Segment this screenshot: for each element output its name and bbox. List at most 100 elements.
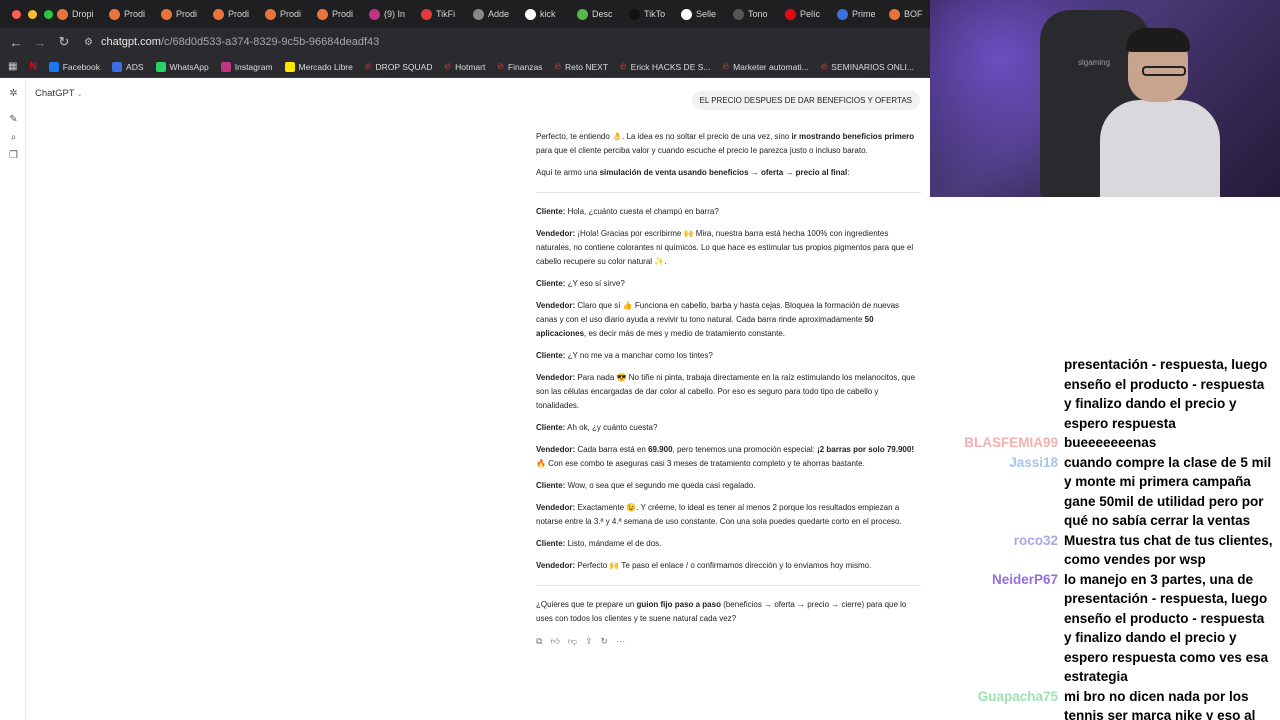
browser-tab[interactable]: Pelíc (781, 0, 833, 28)
dialogue-list: Cliente: Hola, ¿cuánto cuesta el champú … (536, 205, 921, 573)
browser-tab[interactable]: TikTo (625, 0, 677, 28)
chat-username[interactable]: BLASFEMIA99 (930, 433, 1064, 453)
dialogue-line: Vendedor: Cada barra está en 69.900, per… (536, 443, 921, 471)
tab-favicon-icon (421, 8, 432, 20)
site-settings-icon[interactable]: ⚙ (84, 37, 93, 48)
openai-logo-icon[interactable]: ✲ (8, 88, 19, 99)
screen: Dropi Prodi Prodi Prodi Prodi Prodi (9) In TikF… (0, 0, 1280, 720)
bookmark-item[interactable]: 🔥︎ DROP SQUAD (359, 61, 439, 72)
reload-icon[interactable]: ↻ (52, 30, 76, 54)
browser-tab[interactable]: Selle (677, 0, 729, 28)
bookmark-item[interactable]: 🔥︎ Hotmart (438, 61, 491, 72)
tab-favicon-icon (109, 8, 120, 20)
browser-tab[interactable]: Tono (729, 0, 781, 28)
flame-icon: 🔥︎ (364, 61, 372, 71)
bookmark-favicon-icon (48, 61, 59, 72)
tab-favicon-icon (577, 8, 588, 20)
thumbs-up-icon[interactable]: 👍︎ (550, 634, 559, 648)
intro-text: Perfecto, te entiendo 👌. La idea es no s… (536, 132, 792, 141)
browser-tab[interactable]: (9) In (365, 0, 417, 28)
tab-favicon-icon (57, 8, 68, 20)
bookmark-item[interactable]: Facebook (43, 61, 106, 72)
browser-tab[interactable]: Prodi (105, 0, 157, 28)
close-window-icon[interactable] (12, 9, 21, 19)
tab-label: TikTo (644, 9, 666, 19)
streamer-glasses (1142, 66, 1186, 76)
url-host: chatgpt.com (100, 36, 161, 48)
browser-tab[interactable]: kick (521, 0, 573, 28)
back-icon[interactable]: ← (4, 30, 28, 54)
search-icon[interactable]: ⌕ (8, 132, 19, 143)
speaker-label: Cliente: (536, 207, 566, 216)
browser-tab[interactable]: Desc (573, 0, 625, 28)
tab-favicon-icon (681, 8, 692, 20)
netflix-bookmark-icon[interactable]: N (23, 61, 42, 72)
line-text: Cada barra está en (575, 445, 649, 454)
tab-favicon-icon (733, 8, 744, 20)
browser-tab[interactable]: Prodi (313, 0, 365, 28)
new-chat-icon[interactable]: ✎ (8, 114, 19, 125)
tab-label: Dropi (72, 9, 94, 19)
bookmark-item[interactable]: ADS (106, 61, 149, 72)
speaker-label: Vendedor: (536, 445, 576, 454)
dialogue-line: Cliente: ¿Y eso sí sirve? (536, 277, 921, 291)
dialogue-line: Cliente: Ah ok, ¿y cuánto cuesta? (536, 421, 921, 435)
line-text: Para nada 😎 No tiñe ni pinta, trabaja di… (536, 373, 916, 410)
bookmark-item[interactable]: Instagram (215, 61, 279, 72)
minimize-window-icon[interactable] (28, 9, 37, 19)
url-field[interactable]: ⚙ chatgpt.com/c/68d0d533-a374-8329-9c5b-… (84, 31, 379, 53)
browser-tab[interactable]: Prodi (157, 0, 209, 28)
chat-message: BLASFEMIA99 bueeeeeeenas (930, 433, 1280, 453)
library-icon[interactable]: ❐ (8, 150, 19, 161)
more-icon[interactable]: ⋯ (616, 634, 625, 648)
bookmark-item[interactable]: 🔥︎ SEMINARIOS ONLI... (815, 61, 920, 72)
browser-tab[interactable]: TikFi (417, 0, 469, 28)
bookmark-item[interactable]: 🔥︎ Erick HACKS DE S... (614, 61, 716, 72)
apps-grid-icon[interactable]: ▦ (0, 61, 23, 72)
intro-text-end: para que el cliente perciba valor y cuan… (536, 146, 868, 155)
zoom-window-icon[interactable] (44, 9, 53, 19)
thumbs-down-icon[interactable]: 👎︎ (568, 634, 577, 648)
chat-message: roco32 Muestra tus chat de tus clientes, … (930, 531, 1280, 570)
bookmark-label: Instagram (234, 61, 273, 72)
chat-username[interactable]: roco32 (930, 531, 1064, 570)
bookmark-item[interactable]: Mercado Libre (279, 61, 359, 72)
bookmark-item[interactable]: 🔥︎ Finanzas (491, 61, 548, 72)
line-text: ¿Y no me va a manchar como los tintes? (565, 351, 713, 360)
chat-username[interactable]: Jassi18 (930, 453, 1064, 531)
share-icon[interactable]: ⇪ (585, 634, 593, 648)
copy-icon[interactable]: ⧉ (536, 634, 542, 648)
bookmarks-bar: ▦ N Facebook ADS WhatsApp Instagram Mercado … (0, 56, 930, 78)
speaker-label: Vendedor: (536, 301, 576, 310)
model-selector[interactable]: ChatGPT ⌄ (35, 88, 82, 99)
browser-tab[interactable]: Dropi (53, 0, 105, 28)
chat-username[interactable]: Guapacha75 (930, 687, 1064, 720)
tab-label: Tono (748, 9, 768, 19)
chat-text: lo manejo en 3 partes, una de presentaci… (1064, 571, 1269, 685)
browser-tab[interactable]: Adde (469, 0, 521, 28)
bookmark-item[interactable]: 🔥︎ Reto NEXT (548, 61, 614, 72)
browser-tab[interactable]: Prime (833, 0, 885, 28)
bookmark-item[interactable]: WhatsApp (150, 61, 215, 72)
line-text: Listo, mándame el de dos. (565, 539, 662, 548)
browser-tab[interactable]: Prodi (261, 0, 313, 28)
line-bold: 69.900 (648, 445, 673, 454)
tab-favicon-icon (213, 8, 224, 20)
speaker-label: Cliente: (536, 539, 566, 548)
flame-icon: 🔥︎ (722, 61, 730, 71)
line-text: Hola, ¿cuánto cuesta el champú en barra? (565, 207, 719, 216)
chat-message: Guapacha75 mi bro no dicen nada por los t… (930, 687, 1280, 720)
tab-label: Selle (696, 9, 717, 19)
bookmark-item[interactable]: 🔥︎ Marketer automati... (716, 61, 814, 72)
streamer-body (1100, 100, 1220, 197)
browser-tab[interactable]: Prodi (209, 0, 261, 28)
chat-username[interactable] (930, 355, 1064, 433)
tab-favicon-icon (369, 8, 380, 20)
line-text-after: , es decir más de mes y medio de tratami… (584, 329, 786, 338)
chat-messages: presentación - respuesta, luego enseño e… (930, 355, 1280, 720)
outro-bold: guion fijo paso a paso (636, 600, 721, 609)
bookmark-label: Hotmart (455, 61, 486, 72)
forward-icon[interactable]: → (28, 30, 52, 54)
chat-username[interactable]: NeiderP67 (930, 570, 1064, 687)
regenerate-icon[interactable]: ↻ (601, 634, 609, 648)
